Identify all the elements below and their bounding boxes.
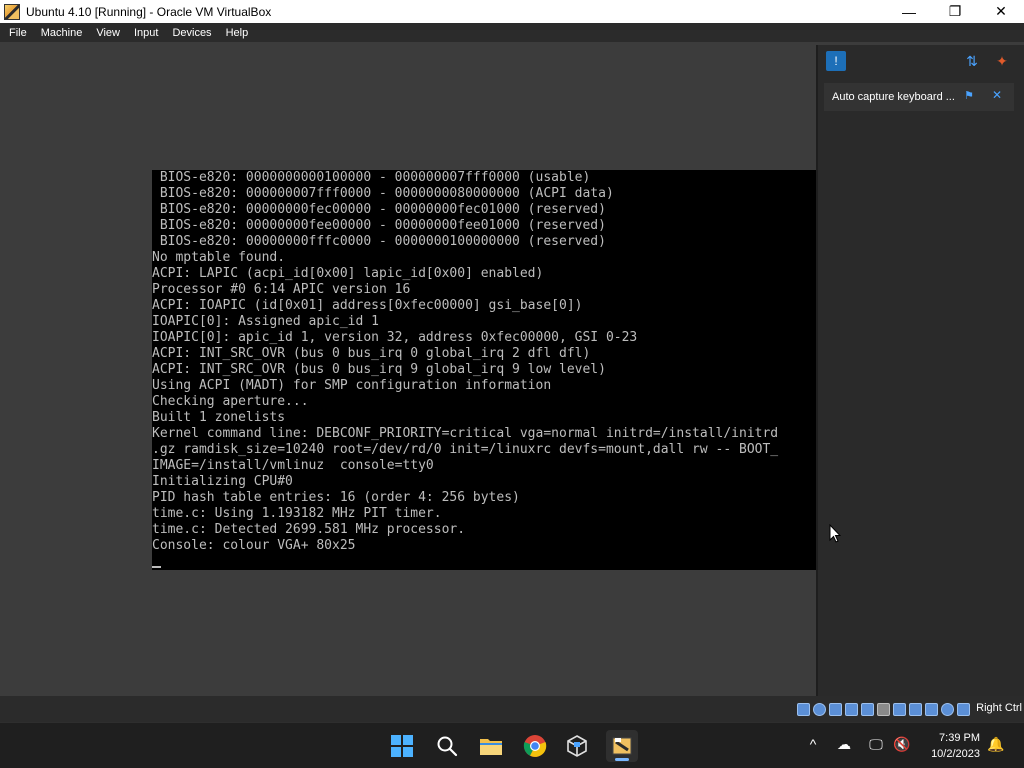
notifications-bell-icon[interactable]: 🔔 [986,736,1006,753]
notification-center-icon[interactable]: ! [826,51,846,71]
mouse-pointer-icon [829,524,841,543]
minimize-icon: — [902,3,916,20]
console-line: Using ACPI (MADT) for SMP configuration … [152,378,552,393]
console-line: IOAPIC[0]: apic_id 1, version 32, addres… [152,330,638,345]
notification-panel: ! ⇅ ✦ Auto capture keyboard ... ⚑ ✕ [816,45,1024,696]
window-title: Ubuntu 4.10 [Running] - Oracle VM Virtua… [26,4,272,19]
virtualbox-app-icon [4,3,20,20]
menu-bar: File Machine View Input Devices Help [0,23,1024,42]
recording-icon[interactable] [909,702,922,716]
console-line: ACPI: INT_SRC_OVR (bus 0 bus_irq 9 globa… [152,362,606,377]
console-line: Checking aperture... [152,394,309,409]
clear-notifications-icon[interactable]: ✦ [994,53,1010,69]
maximize-icon: ❐ [948,3,962,19]
volume-muted-icon[interactable]: 🔇 [892,736,912,753]
close-button[interactable]: ✕ [978,0,1024,23]
active-app-indicator [615,758,629,761]
console-line: BIOS-e820: 00000000fee00000 - 00000000fe… [152,218,606,233]
console-line: .gz ramdisk_size=10240 root=/dev/rd/0 in… [152,442,779,457]
clock-time: 7:39 PM [939,732,980,744]
sort-notifications-icon[interactable]: ⇅ [964,53,980,69]
virtualbox-vm-icon [612,737,632,755]
console-line: Processor #0 6:14 APIC version 16 [152,282,411,297]
menu-view[interactable]: View [91,27,125,39]
console-line: BIOS-e820: 0000000000100000 - 000000007f… [152,170,591,185]
hard-disk-icon[interactable] [797,702,810,716]
keyboard-capture-icon[interactable] [957,702,970,716]
optical-drive-icon[interactable] [813,702,826,716]
audio-icon[interactable] [829,702,842,716]
console-line: PID hash table entries: 16 (order 4: 256… [152,490,520,505]
menu-devices[interactable]: Devices [167,27,216,39]
start-button[interactable] [386,730,418,762]
window-controls: — ❐ ✕ [886,0,1024,23]
notification-text: Auto capture keyboard ... [832,91,955,103]
notification-card[interactable]: Auto capture keyboard ... ⚑ ✕ [824,83,1014,111]
usb-icon[interactable] [861,702,874,716]
menu-help[interactable]: Help [221,27,254,39]
search-icon [437,736,458,757]
mouse-integration-icon[interactable] [941,702,954,716]
search-button[interactable] [431,730,463,762]
close-notification-icon[interactable]: ✕ [992,88,1002,102]
close-icon: ✕ [995,3,1007,19]
console-line: IMAGE=/install/vmlinuz console=tty0 [152,458,434,473]
tray-overflow-chevron-icon[interactable]: ^ [803,736,823,752]
title-bar[interactable]: Ubuntu 4.10 [Running] - Oracle VM Virtua… [0,0,1024,23]
display-icon[interactable] [893,702,906,716]
virtualbox-window: Ubuntu 4.10 [Running] - Oracle VM Virtua… [0,0,1024,768]
console-line: Kernel command line: DEBCONF_PRIORITY=cr… [152,426,779,441]
console-line: Initializing CPU#0 [152,474,293,489]
console-line: time.c: Detected 2699.581 MHz processor. [152,522,466,537]
maximize-button[interactable]: ❐ [932,0,978,23]
console-line: Console: colour VGA+ 80x25 [152,538,356,553]
console-line: ACPI: IOAPIC (id[0x01] address[0xfec0000… [152,298,583,313]
vm-console-screen[interactable]: BIOS-e820: 0000000000100000 - 000000007f… [152,170,816,570]
console-cursor [152,566,161,568]
onedrive-cloud-icon[interactable]: ☁ [834,736,854,753]
chrome-button[interactable] [519,730,551,762]
cpu-icon[interactable] [925,702,938,716]
folder-icon [480,739,502,755]
console-line: BIOS-e820: 000000007fff0000 - 0000000080… [152,186,614,201]
console-line: No mptable found. [152,250,286,265]
file-explorer-button[interactable] [475,730,507,762]
virtualbox-cube-icon [567,735,587,757]
console-line: BIOS-e820: 00000000fffc0000 - 0000000100… [152,234,606,249]
vm-status-bar: Right Ctrl [0,696,1024,722]
network-icon[interactable] [845,702,858,716]
host-key-label: Right Ctrl [976,702,1022,714]
console-line: time.c: Using 1.193182 MHz PIT timer. [152,506,442,521]
console-line: Built 1 zonelists [152,410,286,425]
chrome-icon [523,735,547,757]
minimize-button[interactable]: — [886,0,932,23]
menu-input[interactable]: Input [129,27,163,39]
virtualbox-manager-button[interactable] [561,730,593,762]
console-line: ACPI: LAPIC (acpi_id[0x00] lapic_id[0x00… [152,266,544,281]
console-line: IOAPIC[0]: Assigned apic_id 1 [152,314,379,329]
menu-file[interactable]: File [4,27,32,39]
network-status-icon[interactable]: 🖵 [866,736,886,753]
taskbar: ^ ☁ 🖵 🔇 7:39 PM 10/2/2023 🔔 [0,722,1024,768]
console-line: ACPI: INT_SRC_OVR (bus 0 bus_irq 0 globa… [152,346,591,361]
shared-folders-icon[interactable] [877,702,890,716]
clock-date: 10/2/2023 [931,748,980,760]
menu-machine[interactable]: Machine [36,27,88,39]
console-line: BIOS-e820: 00000000fec00000 - 00000000fe… [152,202,606,217]
ubuntu-vm-taskbar-button[interactable] [606,730,638,762]
device-status-icons [794,700,970,718]
system-clock[interactable]: 7:39 PM 10/2/2023 [931,730,980,762]
pin-notification-icon[interactable]: ⚑ [964,89,974,102]
windows-logo-icon [391,735,413,757]
